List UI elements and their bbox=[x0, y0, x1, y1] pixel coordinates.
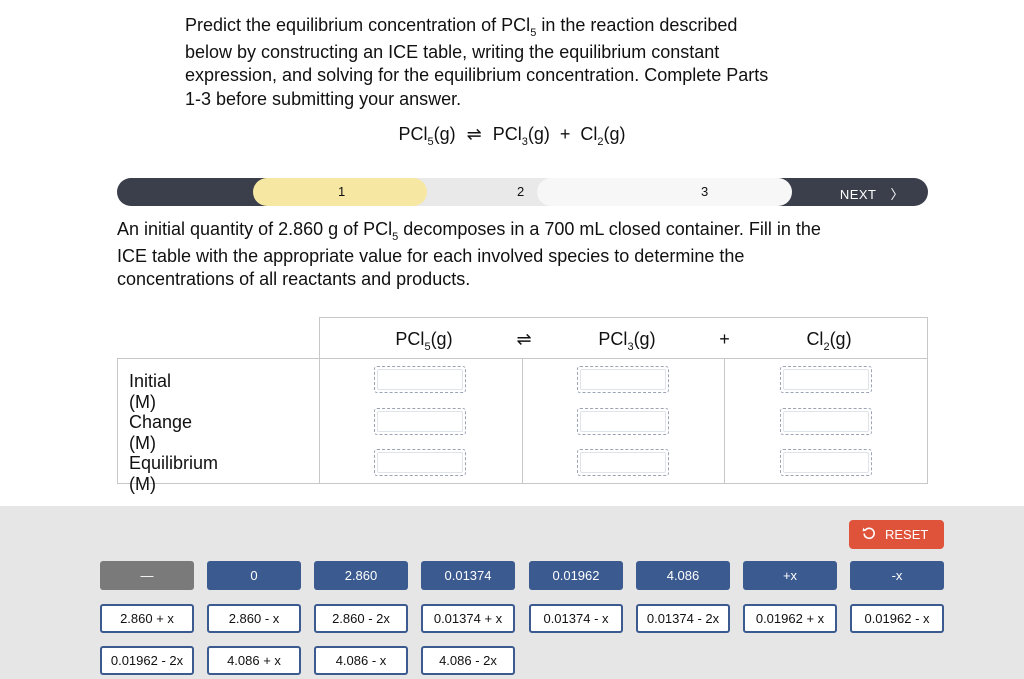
reaction-equation: PCl5(g) ⇌ PCl3(g) + Cl2(g) bbox=[398, 124, 626, 148]
question-prompt: Predict the equilibrium concentration of… bbox=[185, 14, 865, 111]
answer-tile[interactable]: 0 bbox=[207, 561, 301, 590]
answer-tile[interactable]: 2.860 + x bbox=[100, 604, 194, 633]
cell-equilibrium-pcl5[interactable] bbox=[374, 449, 466, 476]
cell-equilibrium-pcl3[interactable] bbox=[577, 449, 669, 476]
answer-tile[interactable]: — bbox=[100, 561, 194, 590]
instruction-line-3: concentrations of all reactants and prod… bbox=[117, 269, 471, 289]
row-label-equilibrium: Equilibrium (M) bbox=[129, 453, 219, 494]
answer-tile[interactable]: -x bbox=[850, 561, 944, 590]
instruction-line-1: An initial quantity of 2.860 g of PCl5 d… bbox=[117, 219, 821, 243]
prompt-line-3: expression, and solving for the equilibr… bbox=[185, 65, 769, 85]
row-label-initial: Initial (M) bbox=[129, 371, 172, 412]
column-header-pcl3: PCl3(g) bbox=[598, 329, 656, 353]
column-header-pcl5: PCl5(g) bbox=[395, 329, 453, 353]
answer-tile[interactable]: 2.860 - x bbox=[207, 604, 301, 633]
cell-equilibrium-cl2[interactable] bbox=[780, 449, 872, 476]
cell-initial-pcl3[interactable] bbox=[577, 366, 669, 393]
answer-tile[interactable]: 0.01962 - 2x bbox=[100, 646, 194, 675]
column-header-cl2: Cl2(g) bbox=[806, 329, 852, 353]
answer-tile[interactable]: 4.086 - 2x bbox=[421, 646, 515, 675]
progress-step-2[interactable]: 2 bbox=[517, 184, 524, 199]
equilibrium-arrow-icon: ⇌ bbox=[516, 329, 532, 349]
answer-tile[interactable]: 4.086 + x bbox=[207, 646, 301, 675]
prompt-line-2: below by constructing an ICE table, writ… bbox=[185, 41, 720, 62]
progress-bar: 1 2 3 NEXT 〉 bbox=[117, 178, 928, 206]
part-instruction: An initial quantity of 2.860 g of PCl5 d… bbox=[117, 218, 937, 292]
answer-tile[interactable]: 4.086 bbox=[636, 561, 730, 590]
answer-tile-tray: RESET — 0 2.860 0.01374 0.01962 4.086 +x… bbox=[0, 506, 1024, 679]
answer-tile[interactable]: 0.01962 bbox=[529, 561, 623, 590]
row-label-change: Change (M) bbox=[129, 412, 193, 453]
reset-icon bbox=[862, 527, 875, 540]
reset-button[interactable]: RESET bbox=[849, 520, 944, 549]
answer-tile[interactable]: +x bbox=[743, 561, 837, 590]
cell-initial-pcl5[interactable] bbox=[374, 366, 466, 393]
cell-change-pcl3[interactable] bbox=[577, 408, 669, 435]
cell-change-pcl5[interactable] bbox=[374, 408, 466, 435]
prompt-line-1: Predict the equilibrium concentration of… bbox=[185, 15, 738, 39]
answer-tile[interactable]: 0.01374 - 2x bbox=[636, 604, 730, 633]
answer-tile[interactable]: 0.01962 - x bbox=[850, 604, 944, 633]
answer-tile[interactable]: 0.01374 bbox=[421, 561, 515, 590]
answer-tile[interactable]: 0.01962 + x bbox=[743, 604, 837, 633]
equilibrium-arrow-icon: ⇌ bbox=[466, 124, 482, 144]
progress-step-3[interactable]: 3 bbox=[701, 184, 708, 199]
next-button[interactable]: NEXT 〉 bbox=[840, 184, 904, 203]
answer-tile[interactable]: 2.860 bbox=[314, 561, 408, 590]
prompt-line-4: 1-3 before submitting your answer. bbox=[185, 88, 462, 109]
cell-initial-cl2[interactable] bbox=[780, 366, 872, 393]
answer-tile[interactable]: 0.01374 + x bbox=[421, 604, 515, 633]
plus-sign: + bbox=[719, 329, 730, 349]
answer-tile[interactable]: 2.860 - 2x bbox=[314, 604, 408, 633]
progress-step-1[interactable]: 1 bbox=[338, 184, 345, 199]
answer-tile[interactable]: 4.086 - x bbox=[314, 646, 408, 675]
cell-change-cl2[interactable] bbox=[780, 408, 872, 435]
instruction-line-2: ICE table with the appropriate value for… bbox=[117, 245, 745, 266]
chevron-right-icon: 〉 bbox=[890, 187, 904, 202]
answer-tile[interactable]: 0.01374 - x bbox=[529, 604, 623, 633]
